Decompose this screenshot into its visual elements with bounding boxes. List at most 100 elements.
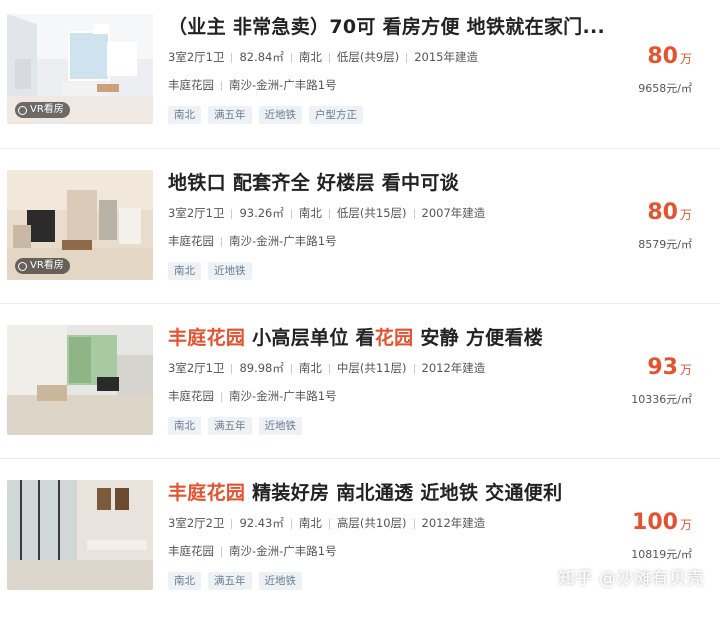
separator (290, 208, 292, 219)
title-text: 精装好房 南北通透 近地铁 交通便利 (245, 482, 563, 504)
vr-icon (18, 105, 27, 115)
separator (413, 518, 415, 529)
unit-price: 9658元/㎡ (638, 82, 692, 95)
total-price: 93 万 (647, 355, 692, 380)
price-value: 100 (632, 510, 678, 535)
separator (290, 52, 292, 63)
tag: 满五年 (208, 572, 252, 590)
separator (221, 391, 222, 402)
floor: 低层(共15层) (336, 206, 407, 220)
separator (231, 208, 233, 219)
separator (413, 363, 415, 374)
house-info: 3室2厅1卫 89.98㎡ 南北 中层(共11层) 2012年建造 (168, 360, 485, 376)
tag: 户型方正 (309, 106, 363, 124)
location-info: 丰庭花园 南沙-金洲-广丰路1号 (168, 233, 337, 249)
area: 93.26㎡ (239, 206, 284, 220)
tag-list: 南北 近地铁 (168, 262, 252, 280)
divider (0, 458, 720, 459)
vr-tour-badge[interactable]: VR看房 (15, 102, 70, 118)
total-price: 100 万 (632, 510, 692, 535)
address-link[interactable]: 南沙-金洲-广丰路1号 (229, 78, 337, 92)
orientation: 南北 (298, 516, 322, 530)
price-unit: 万 (679, 52, 692, 66)
tag: 满五年 (208, 417, 252, 435)
floor: 高层(共10层) (336, 516, 407, 530)
tag: 南北 (168, 106, 201, 124)
listing-item[interactable]: VR看房 （业主 非常急卖）70可 看房方便 地铁就在家门... 3室2厅1卫 8… (0, 14, 712, 162)
community-link[interactable]: 丰庭花园 (168, 78, 214, 92)
room-layout: 3室2厅1卫 (168, 50, 225, 64)
vr-label: VR看房 (30, 104, 64, 115)
title-text: 地铁口 配套齐全 好楼层 看中可谈 (168, 172, 459, 194)
community-link[interactable]: 丰庭花园 (168, 234, 214, 248)
community-link[interactable]: 丰庭花园 (168, 389, 214, 403)
separator (290, 363, 292, 374)
listing-photo[interactable] (7, 325, 153, 435)
listing-photo[interactable]: VR看房 (7, 14, 153, 124)
house-info: 3室2厅2卫 92.43㎡ 南北 高层(共10层) 2012年建造 (168, 515, 485, 531)
location-info: 丰庭花园 南沙-金洲-广丰路1号 (168, 543, 337, 559)
separator (231, 52, 233, 63)
address-link[interactable]: 南沙-金洲-广丰路1号 (229, 389, 337, 403)
title-text: 安静 方便看楼 (413, 327, 544, 349)
listing-title[interactable]: 丰庭花园 小高层单位 看花园 安静 方便看楼 (168, 323, 618, 350)
tag-list: 南北 满五年 近地铁 (168, 572, 302, 590)
title-highlight: 花园 (374, 327, 414, 349)
title-highlight: 丰庭花园 (168, 482, 246, 504)
separator (328, 208, 330, 219)
area: 82.84㎡ (239, 50, 284, 64)
divider (0, 303, 720, 304)
separator (413, 208, 415, 219)
build-year: 2007年建造 (421, 206, 486, 220)
title-text: （业主 非常急卖）70可 看房方便 地铁就在家门... (168, 16, 606, 38)
separator (221, 80, 222, 91)
title-text: 小高层单位 看 (245, 327, 375, 349)
listing-photo[interactable]: VR看房 (7, 170, 153, 280)
location-info: 丰庭花园 南沙-金洲-广丰路1号 (168, 77, 337, 93)
vr-label: VR看房 (30, 260, 64, 271)
separator (328, 363, 330, 374)
listing-photo[interactable] (7, 480, 153, 590)
tag: 近地铁 (258, 572, 302, 590)
listing-item[interactable]: VR看房 地铁口 配套齐全 好楼层 看中可谈 3室2厅1卫 93.26㎡ 南北 低层(… (0, 170, 712, 318)
listing-title[interactable]: 丰庭花园 精装好房 南北通透 近地铁 交通便利 (168, 478, 618, 505)
vr-tour-badge[interactable]: VR看房 (15, 258, 70, 274)
price-unit: 万 (679, 518, 692, 532)
tag: 近地铁 (258, 417, 302, 435)
tag-list: 南北 满五年 近地铁 户型方正 (168, 106, 363, 124)
area: 89.98㎡ (239, 361, 284, 375)
tag: 南北 (168, 572, 201, 590)
room-layout: 3室2厅1卫 (168, 206, 225, 220)
unit-price: 8579元/㎡ (638, 238, 692, 251)
orientation: 南北 (298, 361, 322, 375)
address-link[interactable]: 南沙-金洲-广丰路1号 (229, 234, 337, 248)
house-info: 3室2厅1卫 82.84㎡ 南北 低层(共9层) 2015年建造 (168, 49, 478, 65)
build-year: 2015年建造 (414, 50, 478, 64)
separator (328, 52, 330, 63)
listing-title[interactable]: （业主 非常急卖）70可 看房方便 地铁就在家门... (168, 12, 618, 39)
tag: 近地铁 (258, 106, 302, 124)
tag-list: 南北 满五年 近地铁 (168, 417, 302, 435)
separator (221, 236, 222, 247)
price-unit: 万 (679, 208, 692, 222)
address-link[interactable]: 南沙-金洲-广丰路1号 (229, 544, 337, 558)
tag: 南北 (168, 417, 201, 435)
separator (221, 546, 222, 557)
separator (231, 363, 233, 374)
separator (231, 518, 233, 529)
total-price: 80 万 (647, 200, 692, 225)
floor: 低层(共9层) (336, 50, 400, 64)
build-year: 2012年建造 (421, 516, 486, 530)
listing-item[interactable]: 丰庭花园 小高层单位 看花园 安静 方便看楼 3室2厅1卫 89.98㎡ 南北 中层(… (0, 325, 712, 473)
listing-item[interactable]: 丰庭花园 精装好房 南北通透 近地铁 交通便利 3室2厅2卫 92.43㎡ 南北 高层… (0, 480, 712, 628)
living-room-photo (7, 325, 153, 435)
orientation: 南北 (298, 206, 322, 220)
unit-price: 10819元/㎡ (631, 548, 692, 561)
vr-icon (18, 261, 27, 271)
floor: 中层(共11层) (336, 361, 407, 375)
listing-title[interactable]: 地铁口 配套齐全 好楼层 看中可谈 (168, 168, 618, 195)
tag: 满五年 (208, 106, 252, 124)
price-value: 93 (647, 355, 678, 380)
community-link[interactable]: 丰庭花园 (168, 544, 214, 558)
tag: 近地铁 (208, 262, 252, 280)
